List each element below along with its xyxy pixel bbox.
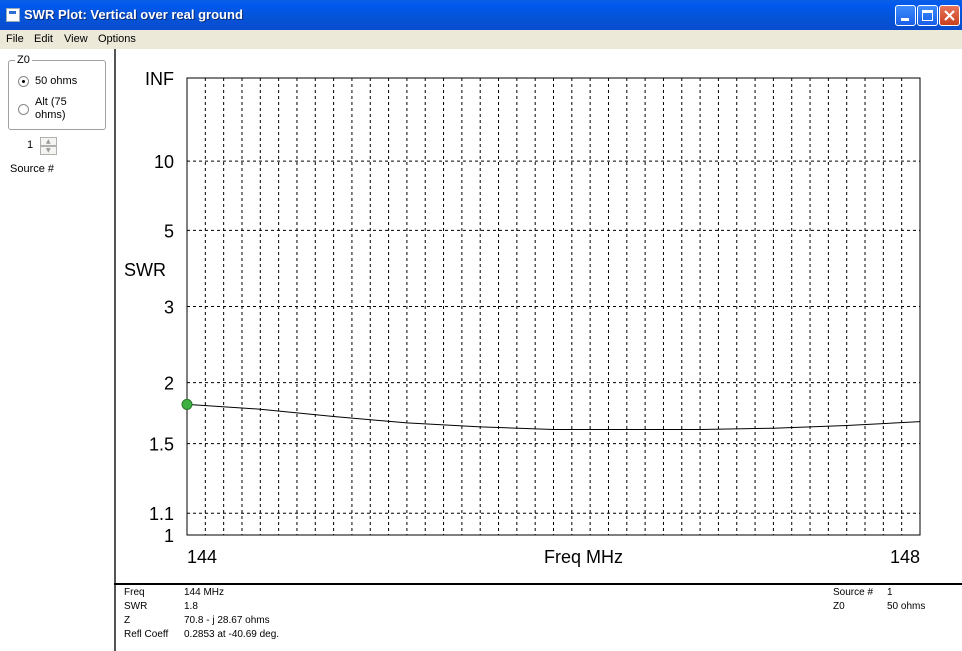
menu-options[interactable]: Options <box>98 33 136 45</box>
y-tick-label: 2 <box>164 374 174 394</box>
status-z0-label: Z0 <box>833 601 845 612</box>
y-tick-label: 10 <box>154 152 174 172</box>
plot-area: INF 10 5 3 2 1.5 1.1 1 SWR 144 148 Freq MHz <box>114 49 962 583</box>
radio-alt-label-line1[interactable]: Alt (75 <box>35 96 67 109</box>
status-z-label: Z <box>124 615 131 626</box>
y-tick-label: 1.5 <box>149 435 174 455</box>
spin-down-button[interactable]: ▼ <box>40 146 57 155</box>
options-panel: Z0 50 ohms Alt (75 ohms) 1 ▲ ▼ Source # <box>0 49 114 651</box>
close-icon <box>944 10 955 21</box>
radio-alt-label-line2[interactable]: ohms) <box>35 109 66 122</box>
status-swr-value: 1.8 <box>184 601 198 612</box>
spin-up-button[interactable]: ▲ <box>40 137 57 146</box>
menu-edit[interactable]: Edit <box>34 33 53 45</box>
x-tick-label-end: 148 <box>890 547 920 567</box>
maximize-button[interactable] <box>917 5 938 26</box>
z0-groupbox: Z0 50 ohms Alt (75 ohms) <box>8 54 106 130</box>
y-tick-label: 3 <box>164 298 174 318</box>
minimize-icon <box>901 18 909 21</box>
radio-50-ohms-label[interactable]: 50 ohms <box>35 75 77 88</box>
y-tick-label: 5 <box>164 221 174 241</box>
close-button[interactable] <box>939 5 960 26</box>
status-z0-value: 50 ohms <box>887 601 926 612</box>
y-tick-label: 1.1 <box>149 504 174 524</box>
spin-down-icon: ▼ <box>46 147 51 154</box>
app-icon <box>6 8 20 22</box>
maximize-icon <box>922 10 933 21</box>
cursor-marker[interactable] <box>181 398 193 410</box>
menu-bar: File Edit View Options <box>0 30 962 49</box>
source-number-value: 1 <box>27 139 34 151</box>
status-freq-label: Freq <box>124 587 145 598</box>
status-z-value: 70.8 - j 28.67 ohms <box>184 615 270 626</box>
status-source-label: Source # <box>833 587 874 598</box>
title-bar: SWR Plot: Vertical over real ground <box>0 0 962 30</box>
status-swr-label: SWR <box>124 601 148 612</box>
status-panel: Freq 144 MHz SWR 1.8 Z 70.8 - j 28.67 oh… <box>114 585 962 651</box>
window-title: SWR Plot: Vertical over real ground <box>24 7 243 22</box>
status-refl-value: 0.2853 at -40.69 deg. <box>184 629 280 640</box>
source-number-label: Source # <box>10 163 55 175</box>
menu-view[interactable]: View <box>64 33 88 45</box>
x-tick-label-start: 144 <box>187 547 217 567</box>
z0-group-label: Z0 <box>15 54 32 66</box>
swr-chart[interactable]: INF 10 5 3 2 1.5 1.11 SWR 144 148 Freq MHz <box>116 49 962 583</box>
status-source-value: 1 <box>887 587 893 598</box>
y-tick-label: 1 <box>164 526 174 546</box>
menu-file[interactable]: File <box>6 33 24 45</box>
y-axis-label: SWR <box>124 260 166 280</box>
radio-alt-75-ohms[interactable] <box>18 104 29 115</box>
minimize-button[interactable] <box>895 5 916 26</box>
x-axis-label: Freq MHz <box>544 547 623 567</box>
status-freq-value: 144 MHz <box>184 587 225 598</box>
source-spinner[interactable]: ▲ ▼ <box>40 137 57 157</box>
status-refl-label: Refl Coeff <box>124 629 169 640</box>
y-tick-label: INF <box>145 69 174 89</box>
radio-50-ohms[interactable] <box>18 76 29 87</box>
spin-up-icon: ▲ <box>46 138 51 145</box>
